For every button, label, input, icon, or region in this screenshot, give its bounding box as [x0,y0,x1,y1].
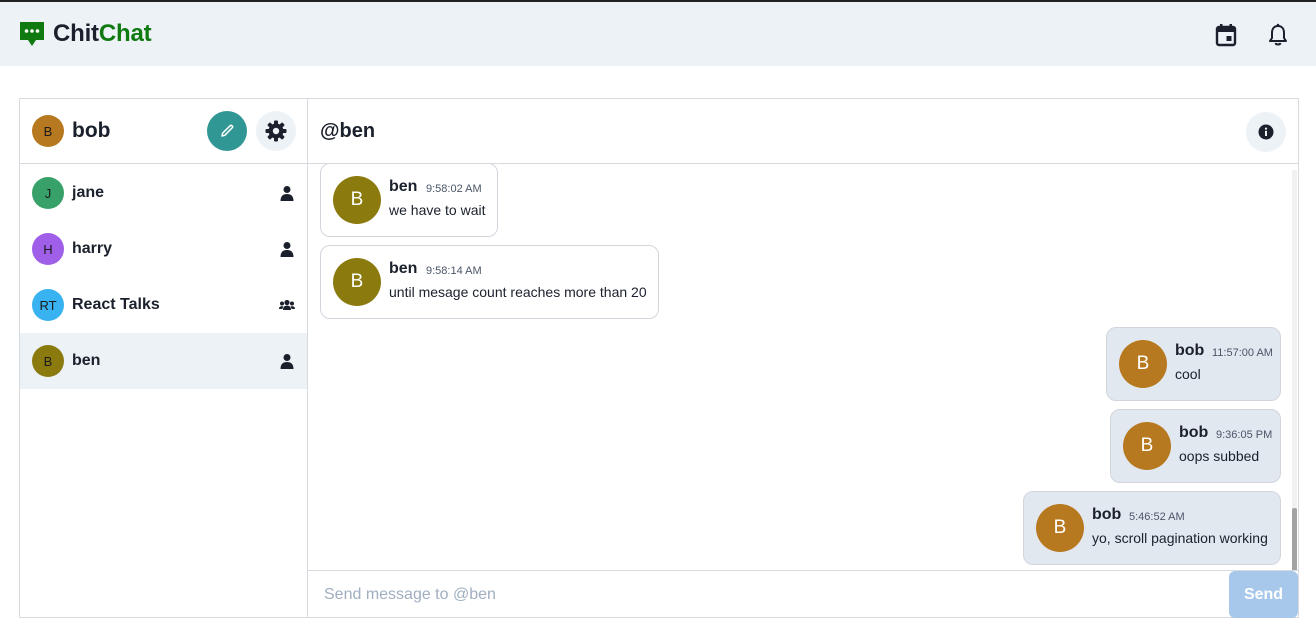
gear-icon [265,120,287,142]
chat-panel: B bob J jane H harry RT React Talks B be… [19,98,1299,618]
user-icon [280,242,294,257]
current-user-name: bob [72,119,111,142]
message-text: until mesage count reaches more than 20 [389,284,647,300]
chat-bubble-icon [20,22,44,46]
message-time: 9:36:05 PM [1216,429,1273,441]
users-icon [279,299,295,310]
sidebar: B bob J jane H harry RT React Talks B be… [20,99,308,617]
message-text: we have to wait [389,202,486,218]
app-name-part1: Chit [53,20,99,47]
current-user-row: B bob [20,99,307,164]
conversation-item-harry[interactable]: H harry [20,221,307,277]
bell-icon [1269,23,1287,46]
message-time: 11:57:00 AM [1212,347,1273,359]
message-bubble: B ben 9:58:14 AM until mesage count reac… [320,245,659,319]
app-name-part2: Chat [98,20,152,47]
app-logo[interactable]: ChitChat [18,20,152,48]
user-icon [280,354,294,369]
message-author: bob [1092,506,1122,523]
message-time: 9:58:14 AM [426,265,482,277]
info-button[interactable] [1246,112,1286,152]
conversation-name: jane [72,184,105,201]
chat-title: @ben [320,120,376,142]
message-scrollbar[interactable] [1292,170,1297,570]
message-bubble: B ben 9:58:02 AM we have to wait [320,164,498,237]
calendar-button[interactable] [1213,22,1239,48]
message-text: cool [1175,366,1201,382]
avatar: B [32,345,64,377]
message-author: bob [1179,424,1209,441]
app-name: ChitChat [53,20,152,48]
message-author: bob [1175,342,1205,359]
pencil-icon [221,124,234,137]
message-author: ben [389,260,418,277]
conversation-item-react-talks[interactable]: RT React Talks [20,277,307,333]
message-text: yo, scroll pagination working [1092,530,1268,546]
avatar: J [32,177,64,209]
message-bubble: B bob 11:57:00 AM cool [1106,327,1281,401]
calendar-icon [1215,24,1237,47]
message-text: oops subbed [1179,448,1260,464]
message-avatar: B [333,258,381,306]
new-message-button[interactable] [207,111,247,151]
user-icon [280,186,294,201]
avatar: H [32,233,64,265]
message-composer: Send [308,570,1298,618]
chat-header: @ben [308,99,1298,164]
message-time: 9:58:02 AM [426,183,482,195]
message-author: ben [389,178,418,195]
chat-area: @ben B ben 9:58:02 AM we have to wait B … [308,99,1298,618]
message-avatar: B [1119,340,1167,388]
avatar: RT [32,289,64,321]
conversation-item-ben[interactable]: B ben [20,333,307,389]
top-bar: ChitChat [0,0,1316,66]
message-time: 5:46:52 AM [1129,511,1185,523]
message-avatar: B [1123,422,1171,470]
notifications-button[interactable] [1265,22,1291,48]
message-bubble: B bob 9:36:05 PM oops subbed [1110,409,1281,483]
conversation-name: React Talks [72,296,160,313]
message-avatar: B [1036,504,1084,552]
message-avatar: B [333,176,381,224]
message-input[interactable] [308,571,1228,618]
conversation-item-jane[interactable]: J jane [20,165,307,221]
info-icon [1258,124,1274,140]
conversation-name: harry [72,240,113,257]
scrollbar-thumb[interactable] [1292,508,1297,570]
message-list[interactable]: B ben 9:58:02 AM we have to wait B ben 9… [308,164,1298,570]
conversation-name: ben [72,352,101,369]
settings-button[interactable] [256,111,296,151]
message-bubble: B bob 5:46:52 AM yo, scroll pagination w… [1023,491,1281,565]
send-button[interactable]: Send [1229,571,1298,618]
current-user-avatar: B [32,115,64,147]
